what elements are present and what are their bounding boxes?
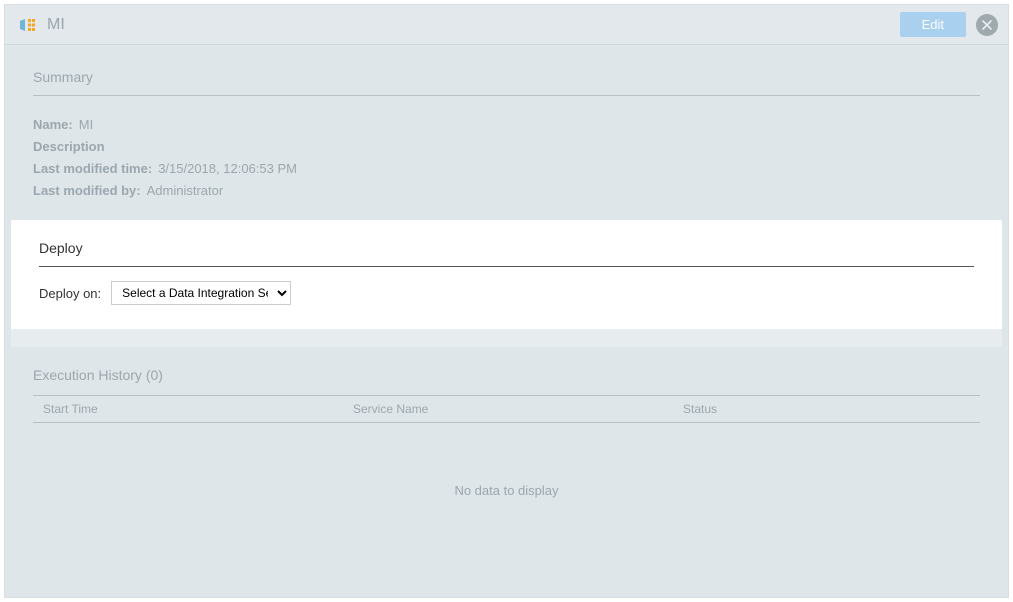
summary-modified-time-row: Last modified time: 3/15/2018, 12:06:53 … bbox=[33, 158, 980, 180]
page-title: MI bbox=[47, 16, 65, 34]
edit-button[interactable]: Edit bbox=[900, 12, 966, 37]
summary-heading: Summary bbox=[33, 69, 980, 96]
summary-name-label: Name: bbox=[33, 114, 73, 136]
close-icon bbox=[982, 20, 992, 30]
summary-modified-by-label: Last modified by: bbox=[33, 180, 141, 202]
history-empty-message: No data to display bbox=[33, 423, 980, 558]
deploy-on-select[interactable]: Select a Data Integration Ser bbox=[111, 281, 291, 305]
summary-name-value: MI bbox=[79, 114, 93, 136]
header-bar: MI Edit bbox=[5, 5, 1008, 45]
deploy-heading: Deploy bbox=[39, 240, 974, 267]
history-table-header: Start Time Service Name Status bbox=[33, 395, 980, 423]
summary-modified-by-row: Last modified by: Administrator bbox=[33, 180, 980, 202]
mass-ingestion-icon bbox=[19, 16, 37, 34]
summary-name-row: Name: MI bbox=[33, 114, 980, 136]
close-button[interactable] bbox=[976, 14, 998, 36]
deploy-on-label: Deploy on: bbox=[39, 286, 101, 301]
summary-modified-time-label: Last modified time: bbox=[33, 158, 152, 180]
execution-history-heading: Execution History (0) bbox=[33, 367, 980, 395]
summary-modified-time-value: 3/15/2018, 12:06:53 PM bbox=[158, 158, 297, 180]
col-start-time: Start Time bbox=[43, 402, 353, 416]
summary-section: Summary Name: MI Description Last modifi… bbox=[5, 45, 1008, 220]
deploy-section: Deploy Deploy on: Select a Data Integrat… bbox=[11, 220, 1002, 329]
summary-description-label: Description bbox=[33, 136, 105, 158]
summary-description-row: Description bbox=[33, 136, 980, 158]
execution-history-section: Execution History (0) Start Time Service… bbox=[5, 347, 1008, 597]
col-service-name: Service Name bbox=[353, 402, 683, 416]
col-status: Status bbox=[683, 402, 970, 416]
summary-modified-by-value: Administrator bbox=[147, 180, 224, 202]
spacer bbox=[11, 329, 1002, 347]
